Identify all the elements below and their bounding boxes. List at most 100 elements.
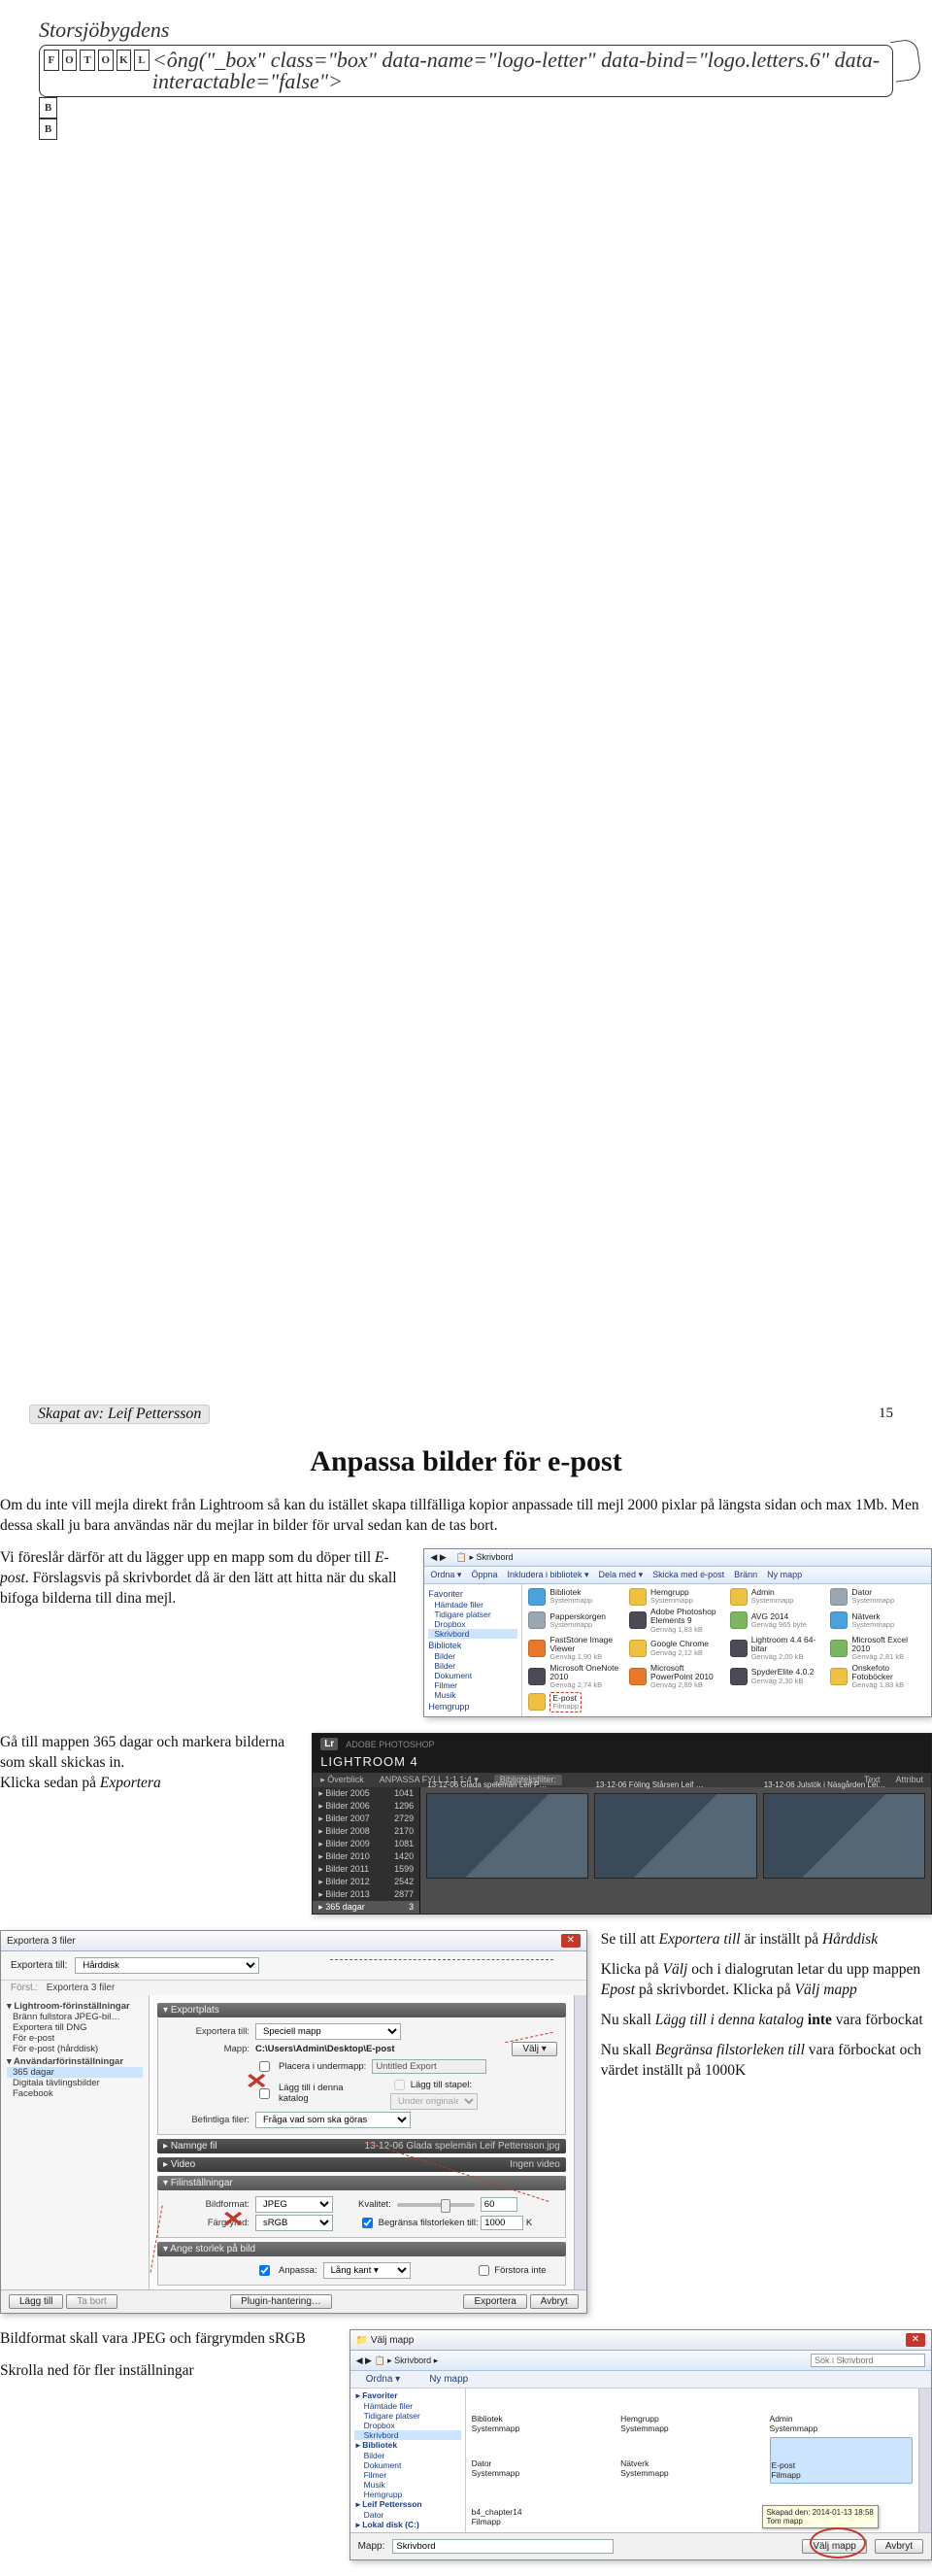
valj-mapp-dialog-screenshot: 📁 Välj mapp ✕ ◀ ▶ 📋 ▸ Skrivbord ▸ Ordna … [350,2329,932,2560]
folder-item[interactable]: ▸ Bilder 20122542 [313,1876,419,1888]
scrollbar[interactable] [574,1995,586,2289]
btn-avbryt[interactable]: Avbryt [875,2539,923,2554]
existing-files-select[interactable]: Fråga vad som ska göras [255,2112,411,2128]
file-item[interactable]: Microsoft Excel 2010Genväg 2,81 kB [830,1636,925,1662]
file-item[interactable]: HemgruppSystemmapp [629,1588,724,1606]
resize-select[interactable]: Lång kant ▾ [323,2262,411,2279]
export-heading: Först.: Exportera 3 filer [1,1981,586,1995]
quality-value[interactable] [481,2197,517,2212]
export-folder-type-select[interactable]: Speciell mapp [255,2023,401,2040]
export-to-label: Exportera till: [11,1960,67,1971]
search-input[interactable] [811,2354,925,2367]
file-item[interactable]: BibliotekSystemmapp [472,2392,615,2435]
sidebar-item[interactable]: Dator [354,2510,461,2520]
file-item[interactable]: E-postFilmapp [528,1692,623,1713]
page-title: Anpassa bilder för e-post [0,1445,932,1478]
scrollbar[interactable] [918,2389,931,2532]
file-item[interactable]: SpyderElite 4.0.2Genväg 2,30 kB [730,1664,825,1690]
toolbar-btn[interactable]: Öppna [471,1570,497,1579]
toolbar-btn[interactable]: Inkludera i bibliotek ▾ [507,1570,588,1580]
limit-size-input[interactable] [481,2216,523,2230]
post-text-2: Skrolla ned för fler inställningar [0,2361,336,2382]
panel-namngefile[interactable]: ▸ Namnge fil 13-12-06 Glada spelemän Lei… [157,2139,566,2153]
folder-item[interactable]: ▸ Bilder 20082170 [313,1825,419,1838]
folder-item[interactable]: ▸ Bilder 20111599 [313,1863,419,1876]
folder-item[interactable]: ▸ Bilder 20091081 [313,1838,419,1850]
quality-slider[interactable] [397,2203,475,2207]
explorer-toolbar: Ordna ▾ Öppna Inkludera i bibliotek ▾ De… [424,1567,931,1584]
toolbar-btn[interactable]: Ordna ▾ [356,2373,411,2386]
file-item[interactable]: E-postFilmappSkapad den: 2014-01-13 18:5… [770,2437,913,2484]
sidebar-item[interactable]: Filmer [354,2470,461,2480]
file-item[interactable]: DatorSystemmapp [472,2437,615,2484]
file-item[interactable]: AVG 2014Genväg 965 byte [730,1608,825,1634]
export-to-select[interactable]: Hårddisk [75,1957,259,1974]
btn-tabort[interactable]: Ta bort [66,2294,117,2309]
toolbar-btn[interactable]: Ny mapp [767,1570,802,1579]
lightroom-brand: LIGHTROOM 4 [320,1754,418,1769]
image-format-select[interactable]: JPEG [255,2196,333,2213]
panel-video[interactable]: ▸ Video Ingen video [157,2157,566,2172]
file-item[interactable]: DatorSystemmapp [830,1588,925,1606]
folder-item[interactable]: ▸ Bilder 20101420 [313,1850,419,1863]
close-icon[interactable]: ✕ [906,2333,925,2347]
resize-checkbox[interactable] [259,2265,270,2276]
btn-laggtill[interactable]: Lägg till [9,2294,63,2309]
sidebar-item[interactable]: ▸ Leif Pettersson [354,2499,461,2510]
file-item[interactable]: Lightroom 4.4 64-bitarGenväg 2,00 kB [730,1636,825,1662]
export-dialog-screenshot: Exportera 3 filer ✕ Exportera till: Hård… [0,1930,587,2314]
file-item[interactable]: HemgruppSystemmapp [620,2392,763,2435]
btn-plugin[interactable]: Plugin-hantering… [230,2294,332,2309]
limit-size-checkbox[interactable] [362,2218,373,2228]
sidebar-item[interactable]: ▸ Bibliotek [354,2440,461,2451]
file-item[interactable]: Microsoft PowerPoint 2010Genväg 2,89 kB [629,1664,724,1690]
file-item[interactable]: AdminSystemmapp [730,1588,825,1606]
file-item[interactable]: Microsoft OneNote 2010Genväg 2,74 kB [528,1664,623,1690]
valj-button[interactable]: Välj ▾ [512,2042,556,2056]
folder-item[interactable]: ▸ Bilder 20061296 [313,1800,419,1813]
thumbnail[interactable]: 13-12-06 Föling Stårsen Leif … [594,1793,756,1879]
btn-export[interactable]: Exportera [463,2294,526,2309]
thumbnail[interactable]: 13-12-06 Julstök i Näsgården Lei… [763,1793,925,1879]
file-item[interactable]: NätverkSystemmapp [620,2437,763,2484]
close-icon[interactable]: ✕ [561,1934,581,1948]
colorspace-select[interactable]: sRGB [255,2215,333,2231]
thumbnail[interactable]: 13-12-06 Glada spelemän Leif P… [426,1793,588,1879]
sidebar-item[interactable]: Dropbox [354,2421,461,2430]
sidebar-item[interactable]: Bilder [354,2451,461,2460]
toolbar-btn[interactable]: Dela med ▾ [599,1570,644,1580]
folder-item[interactable]: ▸ 365 dagar3 [313,1901,419,1914]
intro-paragraph-2: Vi föreslår därför att du lägger upp en … [0,1548,410,1610]
logo-text: Storsjöbygdens [39,19,893,41]
file-item[interactable]: FastStone Image ViewerGenväg 1,90 kB [528,1636,623,1662]
file-item[interactable]: Google ChromeGenväg 2,12 kB [629,1636,724,1662]
file-item[interactable]: PapperskorgenSystemmapp [528,1608,623,1634]
sidebar-item[interactable]: ▸ Lokal disk (C:) [354,2520,461,2530]
toolbar-btn[interactable]: Ny mapp [419,2373,478,2386]
file-item[interactable]: Onskefoto FotoböckerGenväg 1,83 kB [830,1664,925,1690]
subfolder-input[interactable] [372,2059,486,2074]
sidebar-item[interactable]: Musik [354,2480,461,2490]
file-item[interactable]: AdminSystemmapp [770,2392,913,2435]
sidebar-item[interactable]: ▸ Favoriter [354,2390,461,2401]
sidebar-item[interactable]: Skrivbord [354,2430,461,2440]
no-enlarge-checkbox[interactable] [479,2265,489,2276]
sidebar-item[interactable]: Tidigare platser [354,2411,461,2421]
sidebar-item[interactable]: Dokument [354,2460,461,2470]
btn-avbryt[interactable]: Avbryt [530,2294,579,2309]
toolbar-btn[interactable]: Bränn [734,1570,757,1579]
folder-item[interactable]: ▸ Bilder 20132877 [313,1888,419,1901]
toolbar-btn[interactable]: Ordna ▾ [430,1570,461,1580]
folder-item[interactable]: ▸ Bilder 20072729 [313,1813,419,1825]
file-item[interactable]: NätverkSystemmapp [830,1608,925,1634]
file-item[interactable]: Adobe Photoshop Elements 9Genväg 1,83 kB [629,1608,724,1634]
toolbar-btn[interactable]: Skicka med e-post [652,1570,724,1579]
sidebar-item[interactable]: Hemgrupp [354,2490,461,2499]
sidebar-item[interactable]: Hämtade filer [354,2401,461,2411]
logo-letter: O [98,50,114,71]
file-item[interactable]: b4_chapter14Filmapp [472,2486,615,2528]
file-item[interactable]: BibliotekSystemmapp [528,1588,623,1606]
folder-item[interactable]: ▸ Bilder 20051041 [313,1787,419,1800]
annotation-4: Nu skall Begränsa filstorleken till vara… [601,2041,932,2082]
valjmapp-path-input[interactable] [392,2539,614,2554]
